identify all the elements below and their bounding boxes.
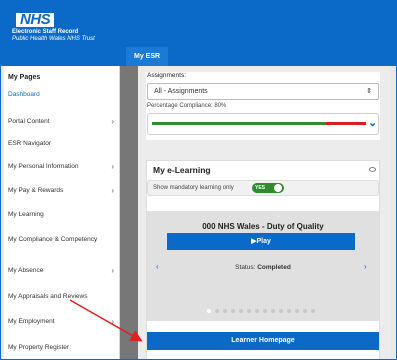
arrow-line — [69, 299, 143, 342]
annotation-arrow — [69, 299, 143, 342]
